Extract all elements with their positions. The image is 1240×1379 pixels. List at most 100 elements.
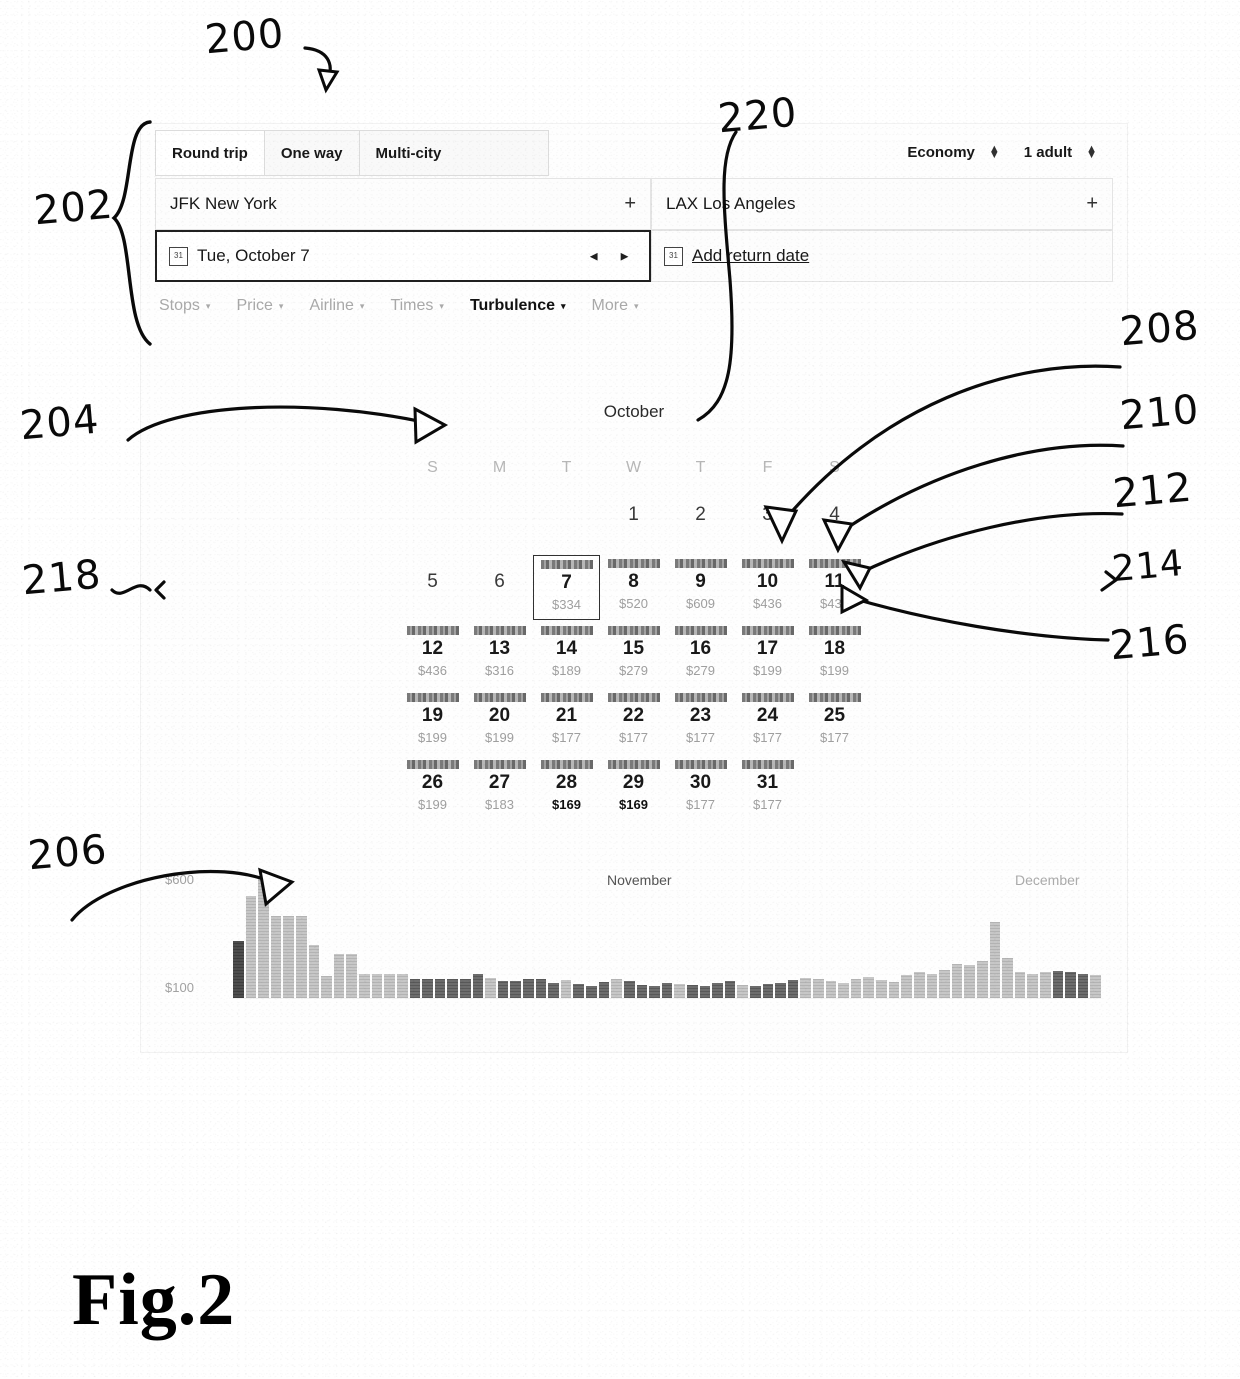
filter-more[interactable]: More ▾ xyxy=(592,297,639,315)
chart-bar[interactable] xyxy=(762,984,774,998)
cabin-class-value[interactable]: Economy xyxy=(907,144,975,161)
chart-bar[interactable] xyxy=(472,974,484,998)
chart-bar[interactable] xyxy=(888,982,900,998)
chart-bars[interactable] xyxy=(233,876,1102,998)
chart-bar[interactable] xyxy=(1027,974,1038,998)
chart-bar[interactable] xyxy=(636,985,648,998)
chart-bar[interactable] xyxy=(913,972,925,998)
calendar-day-cell[interactable]: 11 $436 xyxy=(801,555,868,620)
chart-bar[interactable] xyxy=(497,981,509,998)
chart-bar[interactable] xyxy=(749,986,761,998)
chart-bar[interactable] xyxy=(308,945,320,998)
chart-bar[interactable] xyxy=(699,986,711,998)
chart-bar[interactable] xyxy=(485,978,496,998)
chart-bar[interactable] xyxy=(926,974,938,998)
chart-bar[interactable] xyxy=(1052,971,1064,998)
chart-bar[interactable] xyxy=(548,983,559,998)
chart-bar[interactable] xyxy=(863,977,875,998)
calendar-day-cell[interactable]: 12 $436 xyxy=(399,622,466,687)
filter-times[interactable]: Times ▾ xyxy=(390,297,444,315)
calendar-day-cell[interactable]: 14 $189 xyxy=(533,622,600,687)
chart-bar[interactable] xyxy=(434,979,446,998)
chart-bar[interactable] xyxy=(611,979,622,998)
chart-bar[interactable] xyxy=(270,916,282,998)
chart-bar[interactable] xyxy=(876,980,887,998)
calendar-day-cell[interactable]: 28 $169 xyxy=(533,756,600,821)
next-day-icon[interactable]: ► xyxy=(618,249,631,264)
chart-bar[interactable] xyxy=(800,978,812,998)
chart-bar[interactable] xyxy=(447,979,458,998)
calendar-day-cell[interactable]: 9 $609 xyxy=(667,555,734,620)
calendar-day-cell[interactable]: 1 xyxy=(600,488,667,553)
chart-bar[interactable] xyxy=(422,979,433,998)
trip-type-tab-one-way[interactable]: One way xyxy=(265,131,360,175)
cabin-stepper-arrows-icon[interactable]: ▲ ▼ xyxy=(989,144,1000,161)
chart-bar[interactable] xyxy=(1090,975,1102,998)
calendar-day-cell[interactable]: 4 xyxy=(801,488,868,553)
chart-bar[interactable] xyxy=(939,970,950,998)
filter-airline[interactable]: Airline ▾ xyxy=(309,297,364,315)
trip-type-tab-round-trip[interactable]: Round trip xyxy=(156,131,265,175)
calendar-day-cell[interactable]: 22 $177 xyxy=(600,689,667,754)
calendar-day-cell[interactable]: 31 $177 xyxy=(734,756,801,821)
calendar-day-cell[interactable]: 23 $177 xyxy=(667,689,734,754)
chart-bar[interactable] xyxy=(838,983,849,998)
calendar-day-cell[interactable]: 19 $199 xyxy=(399,689,466,754)
calendar-day-cell[interactable]: 29 $169 xyxy=(600,756,667,821)
chart-bar[interactable] xyxy=(296,916,307,998)
calendar-day-cell[interactable]: 10 $436 xyxy=(734,555,801,620)
chart-bar[interactable] xyxy=(233,941,244,998)
chart-bar[interactable] xyxy=(661,983,673,998)
filter-stops[interactable]: Stops ▾ xyxy=(159,297,210,315)
calendar-day-cell[interactable]: 6 xyxy=(466,555,533,620)
chart-bar[interactable] xyxy=(964,965,975,998)
calendar-day-cell[interactable]: 13 $316 xyxy=(466,622,533,687)
chart-bar[interactable] xyxy=(737,985,748,998)
calendar-day-cell[interactable]: 8 $520 xyxy=(600,555,667,620)
chart-bar[interactable] xyxy=(598,982,610,998)
chart-bar[interactable] xyxy=(1014,972,1026,998)
chart-bar[interactable] xyxy=(283,916,295,998)
calendar-day-cell[interactable]: 2 xyxy=(667,488,734,553)
chart-bar[interactable] xyxy=(649,986,660,998)
passenger-stepper-arrows-icon[interactable]: ▲ ▼ xyxy=(1086,144,1097,161)
chart-bar[interactable] xyxy=(1002,958,1013,998)
add-return-date-link[interactable]: Add return date xyxy=(692,246,809,266)
origin-input[interactable]: JFK New York + xyxy=(155,178,651,230)
calendar-day-cell[interactable]: 18 $199 xyxy=(801,622,868,687)
chart-bar[interactable] xyxy=(459,979,471,998)
chart-bar[interactable] xyxy=(333,954,345,998)
chart-bar[interactable] xyxy=(1077,974,1089,998)
chart-bar[interactable] xyxy=(825,981,837,998)
chart-bar[interactable] xyxy=(901,975,912,998)
depart-date-input[interactable]: 31 Tue, October 7 ◄ ► xyxy=(155,230,651,282)
chart-bar[interactable] xyxy=(510,981,522,998)
destination-input[interactable]: LAX Los Angeles + xyxy=(651,178,1113,230)
chart-bar[interactable] xyxy=(396,974,408,998)
chart-bar[interactable] xyxy=(359,974,370,998)
chart-bar[interactable] xyxy=(674,984,685,998)
chart-bar[interactable] xyxy=(951,964,963,998)
chart-bar[interactable] xyxy=(371,974,383,998)
calendar-day-cell[interactable]: 17 $199 xyxy=(734,622,801,687)
chart-bar[interactable] xyxy=(724,981,736,998)
chart-bar[interactable] xyxy=(321,976,332,998)
calendar-day-cell[interactable]: 24 $177 xyxy=(734,689,801,754)
add-origin-plus-icon[interactable]: + xyxy=(624,193,636,216)
calendar-day-cell[interactable]: 5 xyxy=(399,555,466,620)
filter-price[interactable]: Price ▾ xyxy=(236,297,283,315)
calendar-day-cell[interactable]: 21 $177 xyxy=(533,689,600,754)
calendar-day-cell[interactable]: 16 $279 xyxy=(667,622,734,687)
chart-bar[interactable] xyxy=(1065,972,1076,998)
chart-bar[interactable] xyxy=(384,974,395,998)
chart-bar[interactable] xyxy=(1040,972,1051,998)
chart-bar[interactable] xyxy=(586,986,597,998)
chart-bar[interactable] xyxy=(258,876,269,998)
trip-type-tab-multi-city[interactable]: Multi-city xyxy=(360,131,458,175)
chart-bar[interactable] xyxy=(989,922,1001,998)
return-date-input[interactable]: 31 Add return date xyxy=(651,230,1113,282)
chart-bar[interactable] xyxy=(560,980,572,998)
calendar-day-cell[interactable]: 20 $199 xyxy=(466,689,533,754)
chart-bar[interactable] xyxy=(712,983,723,998)
chart-bar[interactable] xyxy=(535,979,547,998)
